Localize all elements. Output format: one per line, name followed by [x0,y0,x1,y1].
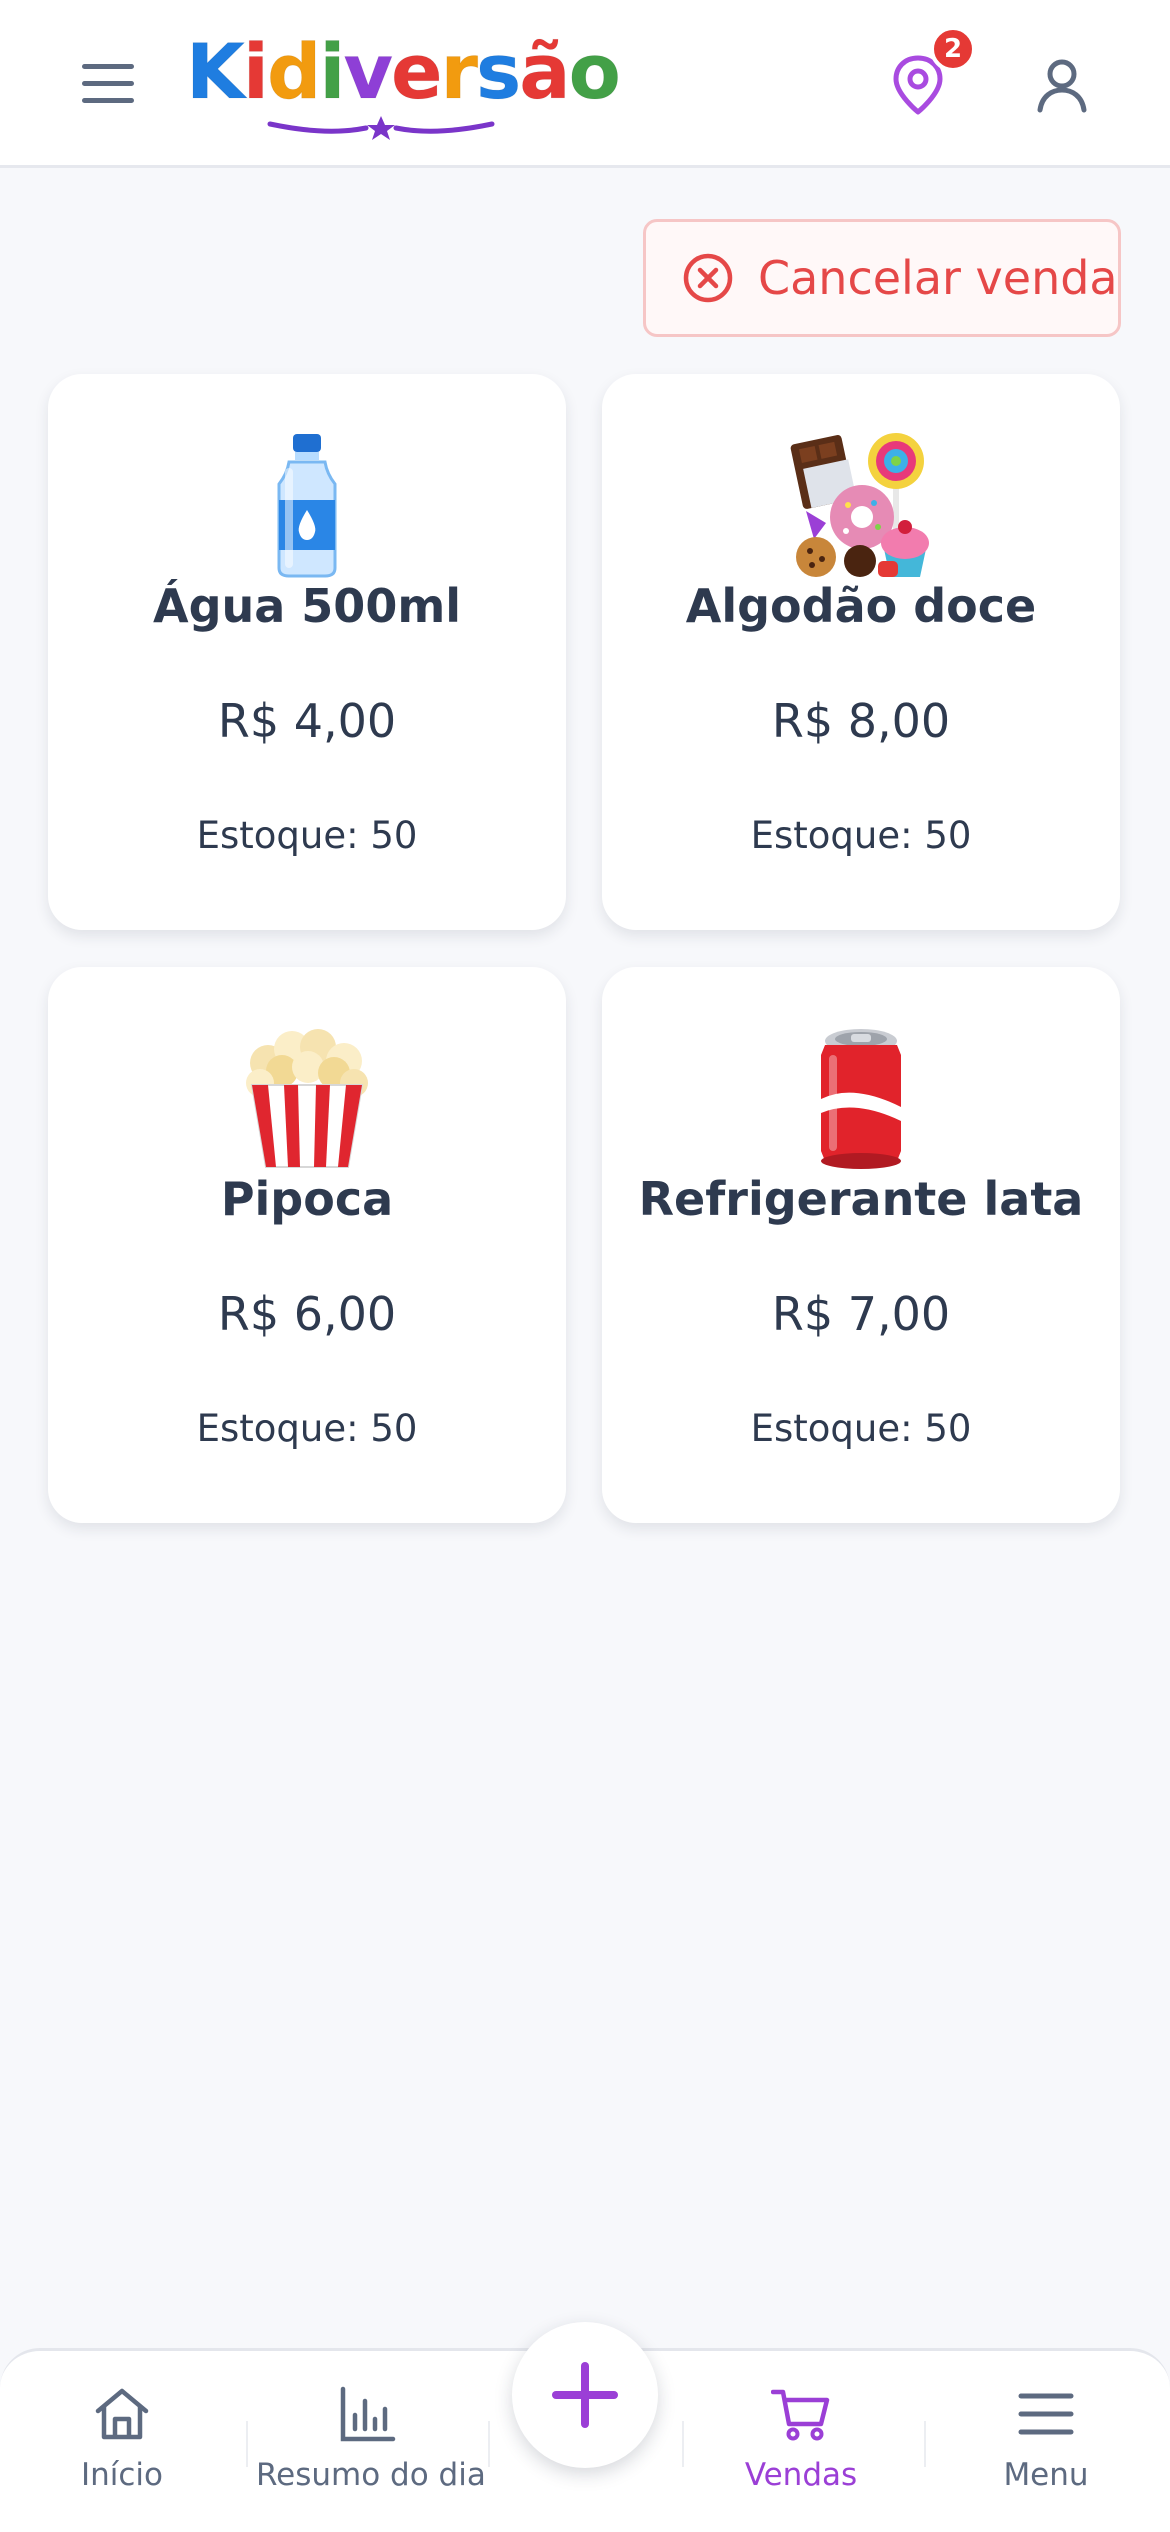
nav-label: Menu [1003,2457,1089,2493]
add-sale-button[interactable] [512,2322,658,2468]
product-stock: Estoque: 50 [196,1407,418,1450]
nav-divider [246,2421,248,2467]
nav-label: Vendas [744,2457,858,2493]
product-card[interactable]: Refrigerante lata R$ 7,00 Estoque: 50 [602,967,1120,1523]
product-stock: Estoque: 50 [196,814,418,857]
cancel-sale-button[interactable]: Cancelar venda [643,219,1121,337]
product-card[interactable]: Água 500ml R$ 4,00 Estoque: 50 [48,374,566,930]
product-stock: Estoque: 50 [750,1407,972,1450]
nav-divider [924,2421,926,2467]
sweets-icon [602,430,1120,580]
nav-label: Início [80,2457,164,2493]
nav-item-inicio[interactable]: Início [62,2381,182,2521]
user-profile-icon[interactable] [1030,54,1094,118]
app-header: Kidiversão 2 [0,0,1170,168]
cancel-sale-label: Cancelar venda [758,251,1118,305]
water-bottle-icon [48,430,566,580]
cart-icon [736,2381,866,2447]
logo-star-swoosh-icon [267,116,495,140]
product-card[interactable]: Pipoca R$ 6,00 Estoque: 50 [48,967,566,1523]
home-icon [62,2381,182,2447]
hamburger-menu-icon[interactable] [82,64,134,104]
product-price: R$ 4,00 [217,694,397,748]
nav-divider [488,2421,490,2467]
nav-divider [682,2421,684,2467]
soda-can-icon [602,1023,1120,1173]
nav-item-resumo-do-dia[interactable]: Resumo do dia [256,2381,486,2521]
product-name: Refrigerante lata [638,1172,1084,1226]
product-name: Água 500ml [152,579,462,633]
popcorn-icon [48,1023,566,1173]
nav-item-vendas[interactable]: Vendas [736,2381,866,2521]
plus-icon [552,2362,618,2428]
nav-label: Resumo do dia [256,2457,486,2493]
product-price: R$ 7,00 [771,1287,951,1341]
product-name: Algodão doce [685,579,1037,633]
product-price: R$ 6,00 [217,1287,397,1341]
product-stock: Estoque: 50 [750,814,972,857]
product-price: R$ 8,00 [771,694,951,748]
menu-icon [986,2381,1106,2447]
kidiversao-logo: Kidiversão [186,26,621,140]
product-name: Pipoca [220,1172,394,1226]
notification-badge: 2 [930,26,976,72]
product-card[interactable]: Algodão doce R$ 8,00 Estoque: 50 [602,374,1120,930]
cancel-circle-icon [683,253,733,303]
nav-item-menu[interactable]: Menu [986,2381,1106,2521]
bar-chart-icon [256,2381,480,2447]
